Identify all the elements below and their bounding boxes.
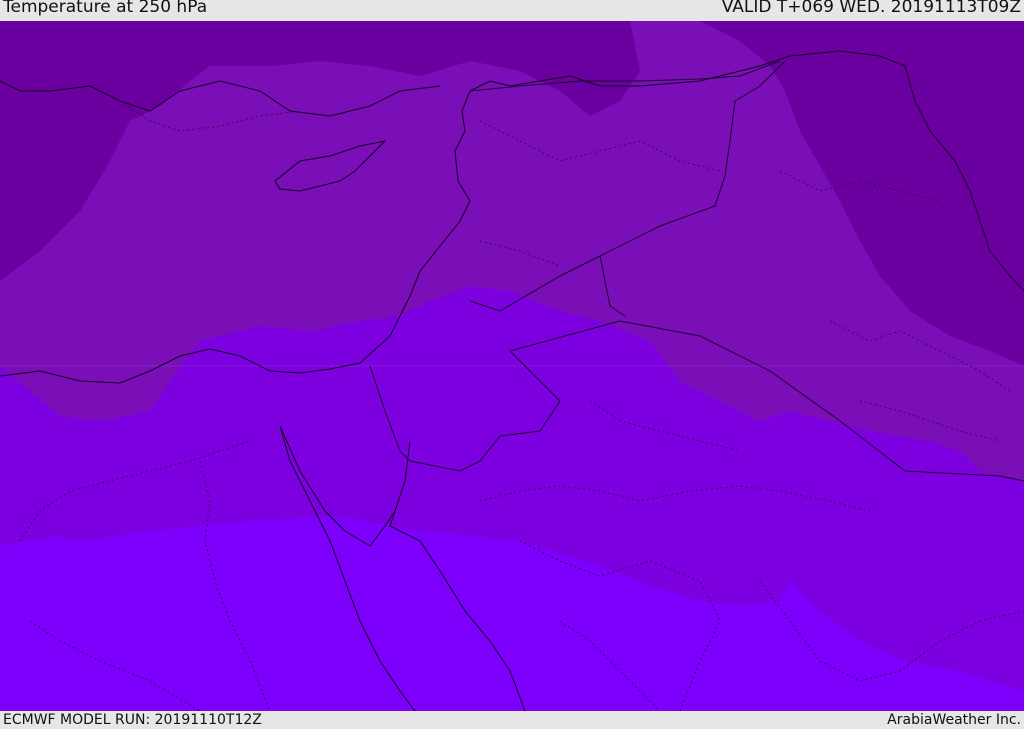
valid-time: VALID T+069 WED. 20191113T09Z [721,0,1021,17]
model-run-label: ECMWF MODEL RUN: 20191110T12Z [3,712,262,728]
temperature-map[interactable] [0,21,1024,711]
header-bar: Temperature at 250 hPa VALID T+069 WED. … [0,0,1024,21]
map-viewer: Temperature at 250 hPa VALID T+069 WED. … [0,0,1024,729]
footer-bar: ECMWF MODEL RUN: 20191110T12Z ArabiaWeat… [0,711,1024,729]
map-canvas [0,21,1024,711]
credit-label: ArabiaWeather Inc. [887,712,1021,728]
map-title: Temperature at 250 hPa [3,0,208,17]
